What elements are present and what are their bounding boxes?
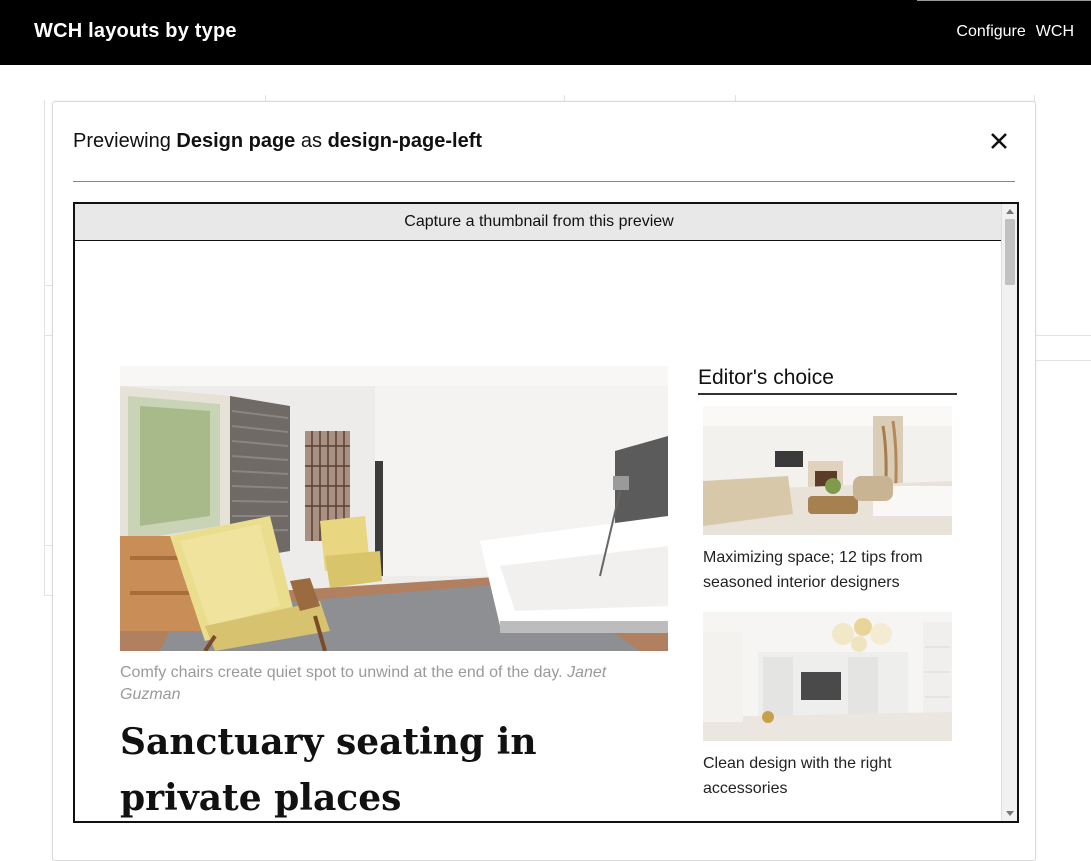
app-title: WCH layouts by type [34, 20, 237, 42]
header-accent-line [917, 0, 1091, 1]
dialog-title-prefix: Previewing [73, 130, 177, 152]
close-button[interactable] [989, 130, 1009, 152]
caption-text: Comfy chairs create quiet spot to unwind… [120, 664, 568, 681]
app-header: WCH layouts by type Configure WCH [0, 0, 1091, 65]
editors-choice-panel: Editor's choice [698, 366, 957, 395]
dialog-title: Previewing Design page as design-page-le… [73, 130, 1016, 153]
preview-frame[interactable]: Capture a thumbnail from this preview Co… [73, 202, 1019, 823]
scroll-up-icon[interactable] [1006, 209, 1014, 214]
preview-dialog: Previewing Design page as design-page-le… [52, 101, 1036, 861]
article-hero-image [120, 366, 668, 651]
editors-choice-title: Editor's choice [698, 366, 957, 395]
editors-choice-thumbnail [703, 612, 952, 741]
editors-choice-item-title[interactable]: Clean design with the right accessories [703, 751, 952, 801]
editors-choice-item-title[interactable]: Maximizing space; 12 tips from seasoned … [703, 545, 952, 595]
scroll-down-icon[interactable] [1006, 811, 1014, 816]
image-caption: Comfy chairs create quiet spot to unwind… [120, 662, 640, 706]
dialog-title-middle: as [295, 130, 328, 152]
editors-choice-item[interactable]: Clean design with the right accessories [703, 612, 952, 801]
editors-choice-thumbnail [703, 818, 952, 821]
article-headline: Sanctuary seating in private places [120, 721, 537, 819]
scrollbar-thumb[interactable] [1005, 219, 1015, 285]
nav-wch-link[interactable]: WCH [1036, 23, 1074, 41]
nav-configure-link[interactable]: Configure [956, 23, 1025, 41]
header-nav: Configure WCH [956, 23, 1074, 41]
editors-choice-item[interactable]: Maximizing space; 12 tips from seasoned … [703, 406, 952, 595]
dialog-page-name: Design page [176, 130, 296, 152]
editors-choice-thumbnail [703, 406, 952, 535]
dialog-divider [73, 181, 1015, 182]
dialog-layout-name: design-page-left [327, 130, 483, 152]
capture-thumbnail-button[interactable]: Capture a thumbnail from this preview [75, 204, 1003, 241]
editors-choice-item[interactable] [703, 818, 952, 821]
preview-scrollbar[interactable] [1001, 204, 1017, 821]
close-icon [991, 133, 1007, 149]
